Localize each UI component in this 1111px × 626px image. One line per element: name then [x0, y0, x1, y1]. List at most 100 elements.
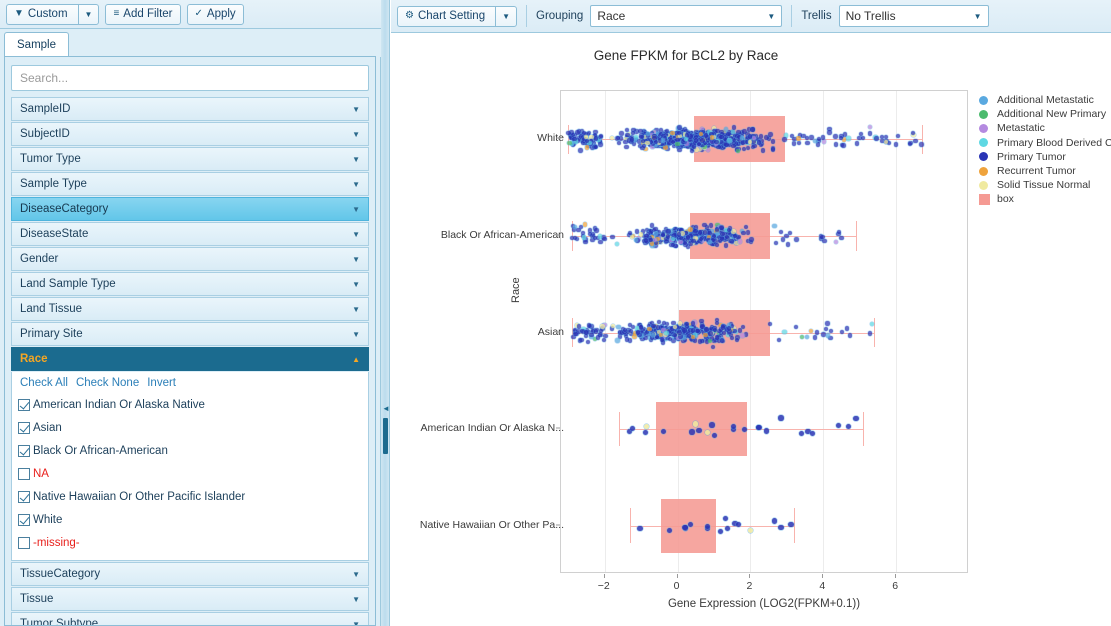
grouping-select[interactable]: Race ▼ [590, 5, 782, 27]
scatter-point[interactable] [727, 138, 731, 142]
scatter-point[interactable] [602, 237, 606, 241]
scatter-point[interactable] [779, 230, 783, 234]
scatter-point[interactable] [896, 134, 900, 138]
scatter-point[interactable] [757, 140, 761, 144]
scatter-point[interactable] [738, 239, 742, 243]
scatter-point[interactable] [840, 330, 844, 334]
legend-item[interactable]: Additional New Primary [979, 107, 1111, 121]
scatter-point[interactable] [751, 139, 755, 143]
chevron-down-icon[interactable]: ▼ [352, 570, 360, 579]
scatter-point[interactable] [908, 142, 912, 146]
scatter-point[interactable] [822, 139, 826, 143]
race-option-row[interactable]: Native Hawaiian Or Other Pacific Islande… [18, 485, 362, 508]
scatter-point[interactable] [761, 148, 765, 152]
scatter-point[interactable] [919, 142, 923, 146]
scatter-point[interactable] [610, 235, 614, 239]
scatter-point[interactable] [781, 237, 785, 241]
scatter-point[interactable] [778, 415, 783, 420]
scatter-point[interactable] [644, 238, 648, 242]
scatter-point[interactable] [696, 428, 701, 433]
custom-filter-split-button[interactable]: ▼ Custom ▼ [6, 4, 99, 25]
invert-link[interactable]: Invert [147, 377, 176, 389]
legend-item[interactable]: Recurrent Tumor [979, 164, 1111, 178]
checkbox-icon[interactable] [18, 491, 30, 503]
checkbox-icon[interactable] [18, 422, 30, 434]
scatter-point[interactable] [805, 141, 809, 145]
scatter-point[interactable] [698, 230, 702, 234]
scatter-point[interactable] [821, 135, 825, 139]
scatter-point[interactable] [677, 232, 681, 236]
scatter-point[interactable] [594, 228, 598, 232]
scatter-point[interactable] [731, 229, 735, 233]
scatter-point[interactable] [833, 134, 837, 138]
scatter-point[interactable] [799, 431, 804, 436]
scatter-point[interactable] [719, 226, 723, 230]
scatter-point[interactable] [782, 137, 786, 141]
scatter-point[interactable] [715, 335, 719, 339]
chevron-down-icon[interactable]: ▼ [352, 230, 360, 239]
legend-item[interactable]: Additional Metastatic [979, 93, 1111, 107]
custom-filter-dropdown-toggle[interactable]: ▼ [78, 4, 100, 25]
scatter-point[interactable] [834, 142, 838, 146]
checkbox-icon[interactable] [18, 468, 30, 480]
scatter-point[interactable] [682, 328, 686, 332]
scatter-point[interactable] [841, 143, 845, 147]
scatter-point[interactable] [846, 136, 850, 140]
scatter-point[interactable] [576, 228, 580, 232]
scatter-point[interactable] [792, 141, 796, 145]
scatter-point[interactable] [625, 337, 629, 341]
scatter-point[interactable] [822, 239, 826, 243]
scatter-point[interactable] [738, 328, 742, 332]
check-all-link[interactable]: Check All [20, 377, 68, 389]
scatter-point[interactable] [720, 236, 724, 240]
chevron-down-icon[interactable]: ▼ [352, 305, 360, 314]
scatter-point[interactable] [774, 241, 778, 245]
scatter-point[interactable] [778, 525, 783, 530]
scatter-point[interactable] [894, 142, 898, 146]
scatter-point[interactable] [710, 135, 714, 139]
checkbox-icon[interactable] [18, 514, 30, 526]
scatter-point[interactable] [594, 329, 598, 333]
scatter-point[interactable] [788, 522, 793, 527]
scatter-point[interactable] [722, 331, 726, 335]
scatter-point[interactable] [752, 144, 756, 148]
facet-tumor-subtype[interactable]: Tumor Subtype▼ [11, 612, 369, 626]
race-option-row[interactable]: White [18, 508, 362, 531]
scatter-point[interactable] [820, 235, 824, 239]
scatter-point[interactable] [868, 131, 872, 135]
scatter-point[interactable] [577, 324, 581, 328]
scatter-point[interactable] [573, 332, 577, 336]
scatter-point[interactable] [884, 135, 888, 139]
scatter-point[interactable] [639, 232, 643, 236]
scatter-point[interactable] [675, 142, 679, 146]
scatter-point[interactable] [661, 138, 665, 142]
splitter-grip[interactable] [383, 418, 388, 454]
scatter-point[interactable] [913, 139, 917, 143]
legend-item[interactable]: box [979, 192, 1111, 206]
apply-button[interactable]: ✓ Apply [187, 4, 244, 25]
scatter-point[interactable] [656, 325, 660, 329]
scatter-point[interactable] [741, 231, 745, 235]
scatter-point[interactable] [797, 141, 801, 145]
scatter-point[interactable] [731, 144, 735, 148]
scatter-point[interactable] [567, 141, 571, 145]
scatter-point[interactable] [688, 227, 692, 231]
scatter-point[interactable] [693, 421, 698, 426]
scatter-point[interactable] [855, 141, 859, 145]
legend-item[interactable]: Primary Blood Derived C [979, 136, 1111, 150]
scatter-point[interactable] [666, 229, 670, 233]
scatter-point[interactable] [827, 130, 831, 134]
scatter-point[interactable] [584, 330, 588, 334]
scatter-point[interactable] [848, 333, 852, 337]
scatter-point[interactable] [617, 141, 621, 145]
facet-land-tissue[interactable]: Land Tissue▼ [11, 297, 369, 321]
chevron-down-icon[interactable]: ▼ [352, 280, 360, 289]
scatter-point[interactable] [643, 336, 647, 340]
panel-splitter[interactable]: ◄ [381, 0, 390, 626]
scatter-point[interactable] [596, 335, 600, 339]
scatter-point[interactable] [805, 335, 809, 339]
scatter-point[interactable] [582, 235, 586, 239]
scatter-point[interactable] [810, 431, 815, 436]
scatter-point[interactable] [720, 338, 724, 342]
scatter-point[interactable] [839, 236, 843, 240]
